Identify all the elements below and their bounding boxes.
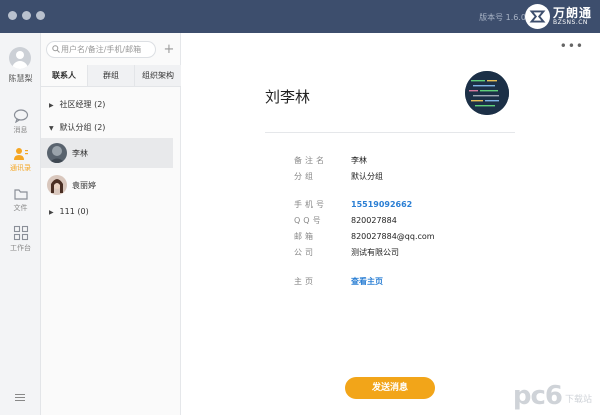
field-group: 分组 默认分组 <box>294 171 383 182</box>
contact-item-yuanliting[interactable]: 袁丽婷 <box>41 170 173 200</box>
search-input[interactable] <box>61 43 153 56</box>
nav-label-messages: 消息 <box>13 126 28 134</box>
send-message-button[interactable]: 发送消息 <box>345 377 435 399</box>
field-key: 主页 <box>294 277 316 286</box>
contact-avatar <box>47 143 67 163</box>
field-value: 820027884@qq.com <box>351 232 435 241</box>
field-key: 公司 <box>294 248 316 257</box>
contacts-tabs: 联系人 群组 组织架构 <box>41 65 181 87</box>
field-value: 默认分组 <box>351 172 383 181</box>
field-value: 李林 <box>351 156 367 165</box>
contact-name: 袁丽婷 <box>72 181 96 190</box>
field-key: 邮箱 <box>294 232 316 241</box>
brand-logo: 万朗通 BZSNS.CN <box>524 4 592 29</box>
brand-domain: BZSNS.CN <box>552 19 588 26</box>
more-options-icon[interactable]: ••• <box>560 39 584 53</box>
view-homepage-link[interactable]: 查看主页 <box>351 277 383 286</box>
expand-arrow-icon: ▶ <box>49 102 54 109</box>
nav-label-workbench: 工作台 <box>10 244 31 252</box>
contact-detail-avatar[interactable] <box>465 71 509 115</box>
field-qq: QQ号 820027884 <box>294 215 397 226</box>
brand-name: 万朗通 <box>552 6 592 20</box>
group-community-managers[interactable]: ▶ 社区经理 (2) <box>49 99 105 110</box>
maximize-window-button[interactable] <box>36 11 45 20</box>
field-key: QQ号 <box>294 216 324 225</box>
minimize-window-button[interactable] <box>22 11 31 20</box>
contact-avatar <box>47 175 67 195</box>
search-box <box>46 41 156 58</box>
user-name: 陈慧梨 <box>8 74 33 83</box>
nav-item-files[interactable]: 文件 <box>0 187 41 213</box>
contact-name: 李林 <box>72 149 88 158</box>
field-remark-name: 备注名 李林 <box>294 155 367 166</box>
tab-organization[interactable]: 组织架构 <box>135 65 181 86</box>
group-label: 社区经理 (2) <box>59 100 106 109</box>
close-window-button[interactable] <box>8 11 17 20</box>
nav-label-files: 文件 <box>13 204 28 212</box>
contact-item-lilin[interactable]: 李林 <box>41 138 173 168</box>
watermark: pc6 下载站 <box>513 383 592 409</box>
nav-item-contacts[interactable]: 通讯录 <box>0 147 41 173</box>
folder-icon <box>13 189 28 200</box>
watermark-text: 下载站 <box>564 395 592 405</box>
group-default[interactable]: ▼ 默认分组 (2) <box>49 122 105 133</box>
divider <box>265 132 515 133</box>
tab-groups[interactable]: 群组 <box>88 65 135 86</box>
collapse-arrow-icon: ▼ <box>49 125 54 132</box>
field-key: 备注名 <box>294 156 327 165</box>
field-phone: 手机号 15519092662 <box>294 199 412 210</box>
field-value: 820027884 <box>351 216 397 225</box>
field-company: 公司 测试有限公司 <box>294 247 399 258</box>
version-label: 版本号 1.6.0 <box>479 13 526 22</box>
contact-detail-name: 刘李林 <box>265 88 311 106</box>
group-label: 默认分组 (2) <box>59 123 106 132</box>
nav-label-contacts: 通讯录 <box>10 164 31 172</box>
nav-item-messages[interactable]: 消息 <box>0 109 41 135</box>
field-key: 手机号 <box>294 200 327 209</box>
field-homepage: 主页 查看主页 <box>294 276 383 287</box>
add-contact-button[interactable]: + <box>162 41 176 58</box>
contact-detail: ••• 刘李林 备注名 李林 分组 默认分组 手机号 15519092662 QQ号 8… <box>181 33 600 415</box>
user-avatar[interactable] <box>9 47 31 69</box>
nav-item-workbench[interactable]: 工作台 <box>0 225 41 253</box>
expand-arrow-icon: ▶ <box>49 209 54 216</box>
chat-bubble-icon <box>13 109 28 123</box>
watermark-logo: pc6 <box>512 381 563 411</box>
group-111[interactable]: ▶ 111 (0) <box>49 207 89 216</box>
search-icon <box>52 45 60 53</box>
contacts-panel: + 联系人 群组 组织架构 ▶ 社区经理 (2) ▼ 默认分组 (2) 李林 <box>41 33 181 415</box>
contacts-icon <box>13 148 28 160</box>
brand-logo-icon <box>524 4 550 29</box>
field-value: 测试有限公司 <box>351 248 399 257</box>
group-label: 111 (0) <box>59 207 89 216</box>
apps-grid-icon <box>13 225 28 241</box>
title-bar: 版本号 1.6.0 万朗通 BZSNS.CN <box>0 0 600 33</box>
tab-contacts[interactable]: 联系人 <box>41 65 88 86</box>
phone-link[interactable]: 15519092662 <box>351 200 412 209</box>
field-email: 邮箱 820027884@qq.com <box>294 231 435 242</box>
menu-icon[interactable] <box>15 394 25 403</box>
field-key: 分组 <box>294 172 316 181</box>
nav-rail: 陈慧梨 消息 通讯录 文件 工作台 <box>0 33 41 415</box>
